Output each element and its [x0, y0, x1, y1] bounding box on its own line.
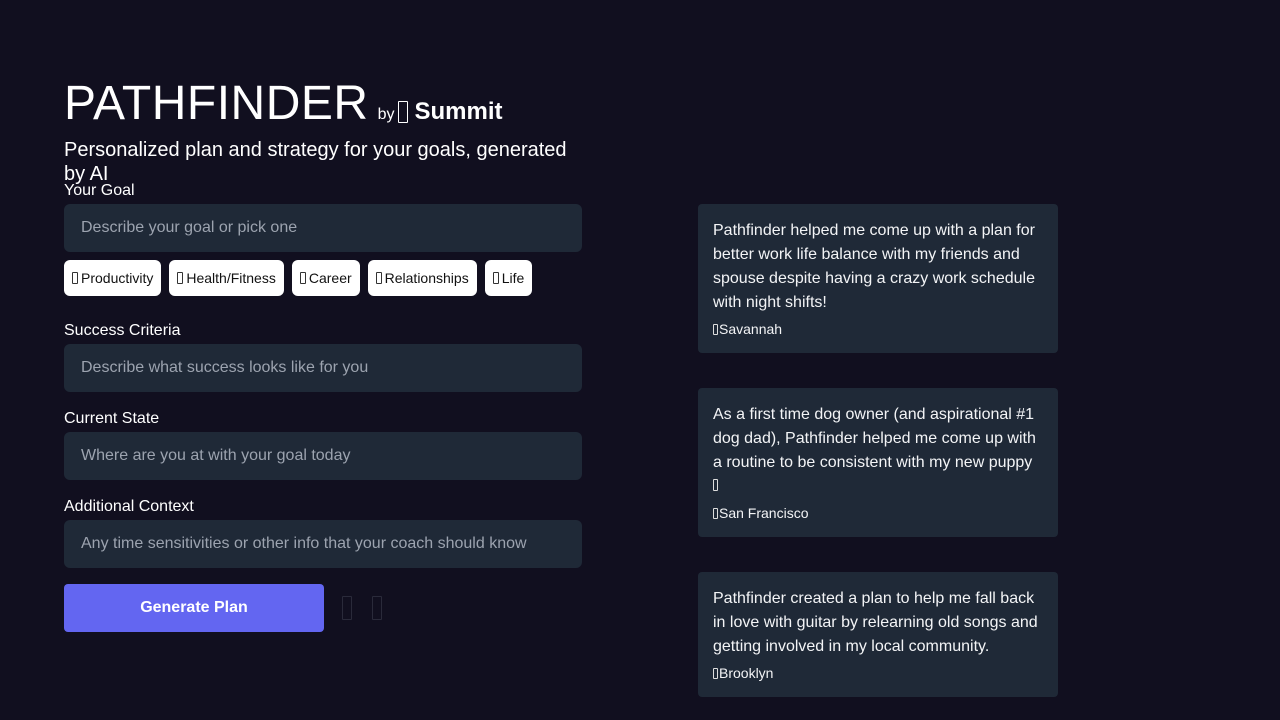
chip-label: Life	[501, 270, 525, 286]
app-header: PATHFINDER by Summit	[64, 78, 584, 130]
goal-chips: Productivity Health/Fitness Career Relat…	[64, 260, 582, 296]
by-label: by	[377, 106, 395, 123]
success-group: Success Criteria	[64, 322, 582, 392]
context-input[interactable]	[64, 520, 582, 568]
location-pin-icon	[713, 323, 718, 335]
author-name: Savannah	[719, 321, 783, 337]
chip-health-fitness[interactable]: Health/Fitness	[169, 260, 284, 296]
brand-logo: Summit	[398, 98, 502, 126]
chip-productivity[interactable]: Productivity	[64, 260, 162, 296]
context-group: Additional Context	[64, 498, 582, 568]
relationships-icon	[375, 272, 382, 284]
generate-plan-button[interactable]: Generate Plan	[64, 584, 324, 632]
app-title: PATHFINDER	[64, 77, 369, 130]
brand-name: Summit	[414, 98, 503, 125]
testimonial-quote: Pathfinder created a plan to help me fal…	[713, 590, 1038, 655]
main-panel: PATHFINDER by Summit Personalized plan a…	[64, 78, 584, 632]
author-name: Brooklyn	[719, 665, 774, 681]
thumbs-up-icon[interactable]	[342, 596, 352, 620]
page-subtitle: Personalized plan and strategy for your …	[64, 139, 567, 185]
action-row: Generate Plan	[64, 584, 382, 632]
quote-text: As a first time dog owner (and aspiratio…	[713, 406, 1036, 471]
summit-logo-icon	[398, 101, 409, 123]
testimonial-quote: Pathfinder helped me come up with a plan…	[713, 222, 1035, 311]
chip-career[interactable]: Career	[291, 260, 360, 296]
current-group: Current State	[64, 410, 582, 480]
dog-emoji-icon	[713, 479, 718, 491]
testimonial-quote: As a first time dog owner (and aspiratio…	[713, 403, 1043, 499]
location-pin-icon	[713, 507, 718, 519]
context-label: Additional Context	[64, 498, 194, 515]
career-icon	[299, 272, 306, 284]
fitness-icon	[177, 272, 184, 284]
success-input[interactable]	[64, 344, 582, 392]
testimonial-author: Brooklyn	[713, 665, 1043, 681]
success-label: Success Criteria	[64, 322, 181, 339]
current-label: Current State	[64, 410, 160, 427]
goal-input[interactable]	[64, 204, 582, 252]
life-icon	[492, 272, 499, 284]
chip-label: Productivity	[81, 270, 154, 286]
chip-label: Relationships	[384, 270, 469, 286]
testimonial-card: Pathfinder created a plan to help me fal…	[698, 572, 1058, 697]
chip-life[interactable]: Life	[484, 260, 533, 296]
location-pin-icon	[713, 667, 718, 679]
testimonial-card: Pathfinder helped me come up with a plan…	[698, 204, 1058, 353]
current-input[interactable]	[64, 432, 582, 480]
chip-label: Career	[308, 270, 352, 286]
goal-label: Your Goal	[64, 182, 135, 199]
productivity-icon	[72, 272, 78, 284]
testimonial-author: Savannah	[713, 321, 1043, 337]
thumbs-down-icon[interactable]	[372, 596, 382, 620]
testimonial-card: As a first time dog owner (and aspiratio…	[698, 388, 1058, 537]
chip-relationships[interactable]: Relationships	[367, 260, 477, 296]
chip-label: Health/Fitness	[186, 270, 276, 286]
goal-group: Your Goal Productivity Health/Fitness Ca…	[64, 182, 582, 296]
author-name: San Francisco	[719, 505, 809, 521]
testimonial-author: San Francisco	[713, 505, 1043, 521]
